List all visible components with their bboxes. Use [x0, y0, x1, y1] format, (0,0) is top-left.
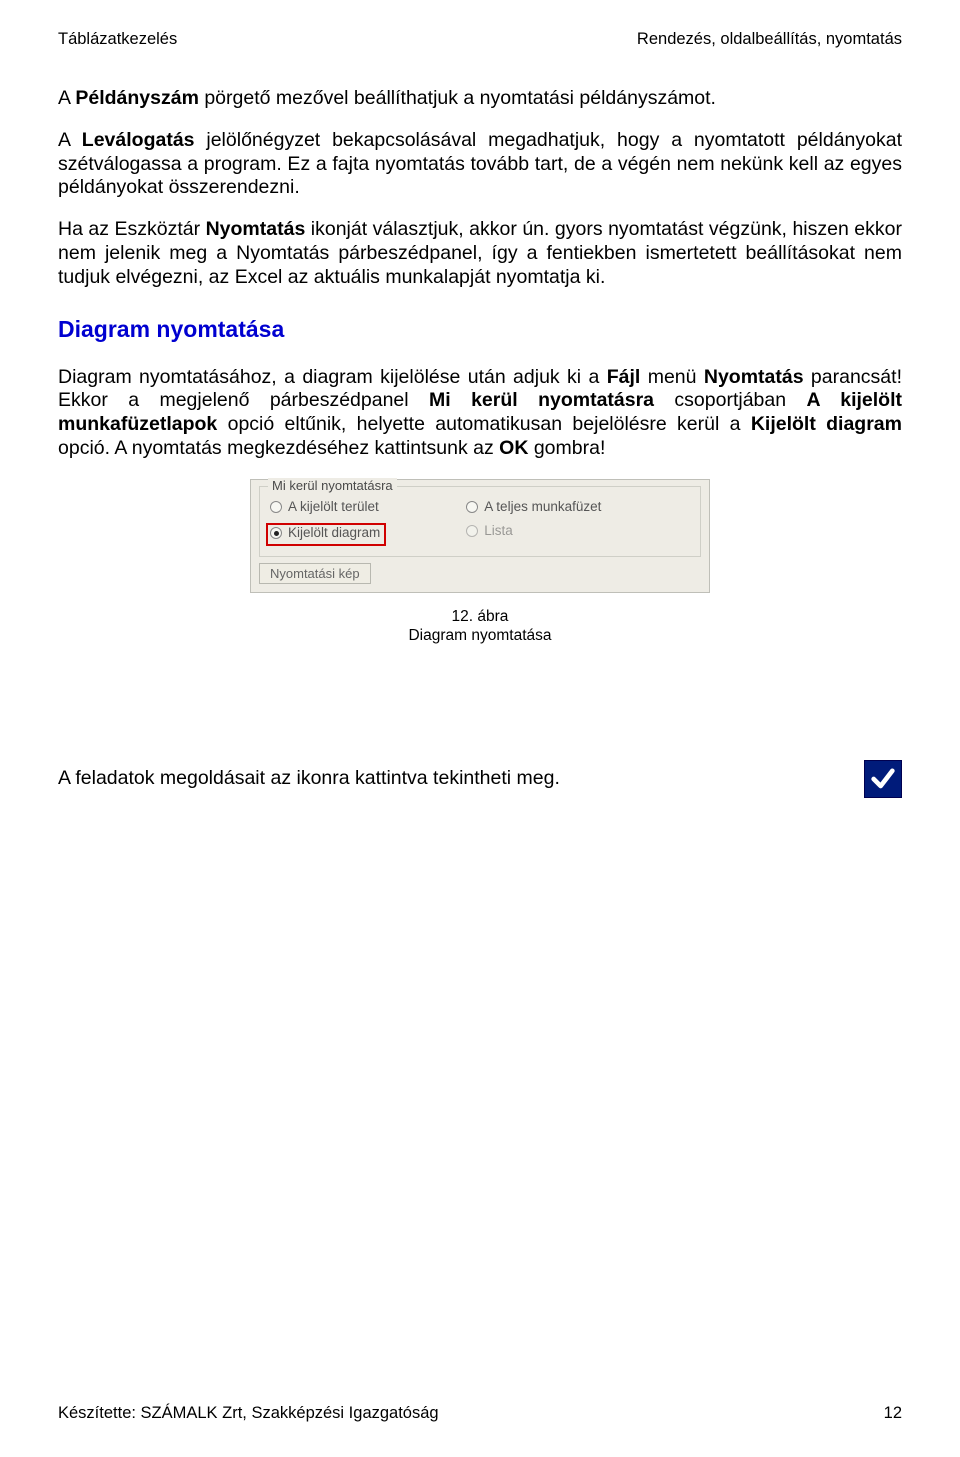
- radio-icon: [466, 501, 478, 513]
- radio-icon: [270, 527, 282, 539]
- header-right: Rendezés, oldalbeállítás, nyomtatás: [637, 30, 902, 49]
- figure: Mi kerül nyomtatásra A kijelölt terület …: [58, 479, 902, 593]
- radio-entire-workbook[interactable]: A teljes munkafüzet: [466, 499, 601, 515]
- caption-line: 12. ábra: [58, 607, 902, 626]
- radio-icon: [466, 525, 478, 537]
- text: opció. A nyomtatás megkezdéséhez kattint…: [58, 437, 499, 459]
- page-header: Táblázatkezelés Rendezés, oldalbeállítás…: [58, 30, 902, 49]
- body-content: A Példányszám pörgető mezővel beállíthat…: [58, 87, 902, 798]
- paragraph-1: A Példányszám pörgető mezővel beállíthat…: [58, 87, 902, 111]
- radio-label: A teljes munkafüzet: [484, 499, 601, 515]
- bold-text: Példányszám: [75, 87, 199, 109]
- bold-text: Nyomtatás: [206, 218, 306, 240]
- groupbox-legend: Mi kerül nyomtatásra: [268, 478, 397, 494]
- document-page: Táblázatkezelés Rendezés, oldalbeállítás…: [0, 0, 960, 1457]
- bold-text: Mi kerül nyomtatásra: [429, 389, 654, 411]
- radio-label: Lista: [484, 523, 513, 539]
- text: Ha az Eszköztár: [58, 218, 206, 240]
- paragraph-3: Ha az Eszköztár Nyomtatás ikonját válasz…: [58, 218, 902, 289]
- bold-text: OK: [499, 437, 528, 459]
- radio-col-right: A teljes munkafüzet Lista: [466, 499, 601, 546]
- radio-col-left: A kijelölt terület Kijelölt diagram: [270, 499, 386, 546]
- bold-text: Leválogatás: [82, 129, 195, 151]
- text: A: [58, 87, 75, 109]
- text: opció eltűnik, helyette automatikusan be…: [217, 413, 751, 435]
- radio-grid: A kijelölt terület Kijelölt diagram: [270, 499, 690, 546]
- bold-text: Fájl: [607, 366, 641, 388]
- print-preview-button[interactable]: Nyomtatási kép: [259, 563, 371, 584]
- radio-label: Kijelölt diagram: [288, 525, 380, 541]
- text: gombra!: [528, 437, 605, 459]
- radio-list[interactable]: Lista: [466, 523, 601, 539]
- print-what-groupbox: Mi kerül nyomtatásra A kijelölt terület …: [259, 486, 701, 557]
- radio-icon: [270, 501, 282, 513]
- radio-selected-area[interactable]: A kijelölt terület: [270, 499, 386, 515]
- radio-selected-diagram[interactable]: Kijelölt diagram: [270, 525, 380, 541]
- text: csoportjában: [654, 389, 806, 411]
- highlight-box: Kijelölt diagram: [266, 523, 386, 545]
- bold-text: Nyomtatás: [704, 366, 804, 388]
- footer-left: Készítette: SZÁMALK Zrt, Szakképzési Iga…: [58, 1404, 439, 1423]
- text: pörgető mezővel beállíthatjuk a nyomtatá…: [199, 87, 716, 109]
- text: Diagram nyomtatásához, a diagram kijelöl…: [58, 366, 607, 388]
- page-number: 12: [884, 1404, 902, 1423]
- check-svg: [869, 765, 897, 793]
- bold-text: Kijelölt diagram: [751, 413, 902, 435]
- figure-caption: 12. ábra Diagram nyomtatása: [58, 607, 902, 646]
- section-heading: Diagram nyomtatása: [58, 315, 902, 343]
- paragraph-2: A Leválogatás jelölőnégyzet bekapcsolásá…: [58, 129, 902, 200]
- caption-line: Diagram nyomtatása: [58, 626, 902, 645]
- solutions-row: A feladatok megoldásait az ikonra kattin…: [58, 760, 902, 798]
- radio-label: A kijelölt terület: [288, 499, 379, 515]
- solutions-text: A feladatok megoldásait az ikonra kattin…: [58, 767, 560, 791]
- header-left: Táblázatkezelés: [58, 30, 177, 49]
- diagram-paragraph: Diagram nyomtatásához, a diagram kijelöl…: [58, 366, 902, 461]
- print-dialog-screenshot: Mi kerül nyomtatásra A kijelölt terület …: [250, 479, 710, 593]
- text: menü: [640, 366, 704, 388]
- checkmark-icon[interactable]: [864, 760, 902, 798]
- text: A: [58, 129, 82, 151]
- page-footer: Készítette: SZÁMALK Zrt, Szakképzési Iga…: [58, 1404, 902, 1423]
